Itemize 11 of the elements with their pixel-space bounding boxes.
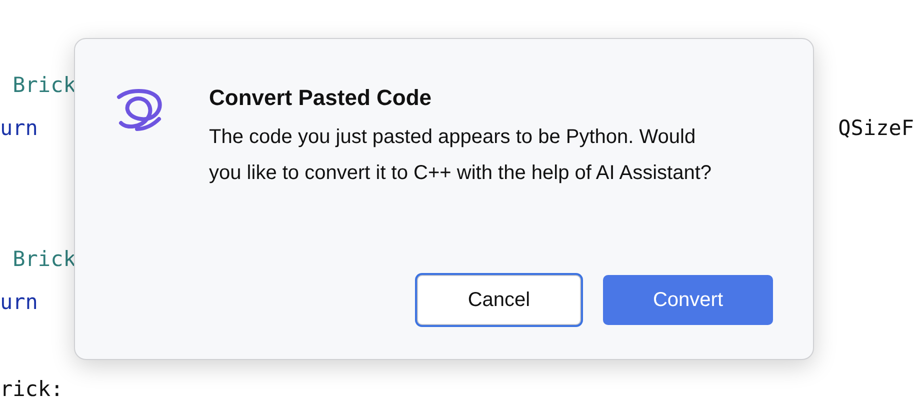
code-text: QSizeF xyxy=(838,116,914,140)
code-text: Brick xyxy=(12,246,76,271)
code-text: Brick xyxy=(12,72,76,97)
dialog-message: The code you just pasted appears to be Python. Would you like to convert it to C++ with the help of AI Assistant? xyxy=(209,125,712,186)
code-text: rick: xyxy=(0,377,64,402)
spiral-logo-icon xyxy=(115,87,165,131)
cancel-button[interactable]: Cancel xyxy=(417,275,581,325)
convert-button[interactable]: Convert xyxy=(603,275,773,325)
dialog-title: Convert Pasted Code xyxy=(209,85,432,111)
code-text: urn xyxy=(0,290,38,314)
code-text: urn xyxy=(0,116,38,140)
